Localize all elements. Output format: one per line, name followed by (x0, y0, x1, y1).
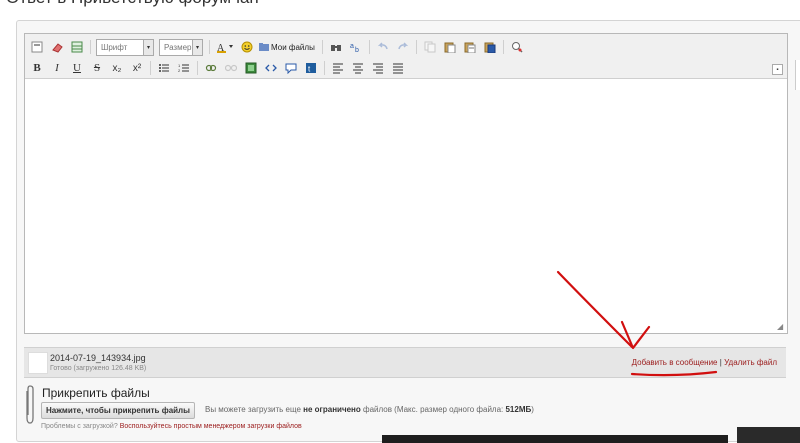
chevron-down-icon: ▾ (192, 39, 202, 55)
svg-text:b: b (355, 47, 359, 53)
redo-icon[interactable] (395, 39, 411, 55)
taskbar-fragment (737, 427, 800, 443)
paperclip-icon (26, 385, 34, 424)
attached-file-row: 2014-07-19_143934.jpg Готово (загружено … (24, 347, 786, 378)
size-select[interactable]: Размер ▾ (159, 38, 203, 56)
my-files-button[interactable]: Мои файлы (259, 42, 315, 52)
page-title: Ответ в Приветствую форумчан (6, 0, 259, 8)
table-icon[interactable] (69, 39, 85, 55)
video-icon[interactable]: t (303, 60, 319, 76)
sidebar-edge (795, 60, 800, 90)
toolbar-separator (209, 40, 210, 54)
paste-word-icon[interactable] (482, 39, 498, 55)
toolbar-separator (368, 40, 370, 54)
upload-info-mid: файлов (Макс. размер одного файла: (360, 405, 506, 414)
font-select[interactable]: Шрифт ▾ (96, 38, 154, 56)
upload-info-unlimited: не ограничено (303, 405, 361, 414)
my-files-label: Мои файлы (271, 42, 315, 52)
link-icon[interactable] (203, 60, 219, 76)
toolbar-separator (197, 61, 198, 75)
align-left-icon[interactable] (330, 60, 346, 76)
align-justify-icon[interactable] (390, 60, 406, 76)
delete-file-link[interactable]: Удалить файл (724, 358, 777, 367)
simple-uploader-link[interactable]: Воспользуйтесь простым менеджером загруз… (120, 423, 302, 430)
file-name: 2014-07-19_143934.jpg (50, 353, 146, 363)
chevron-down-icon: ▾ (143, 39, 153, 55)
undo-icon[interactable] (375, 39, 391, 55)
align-center-icon[interactable] (350, 60, 366, 76)
resize-grip-icon[interactable]: ◢ (777, 323, 785, 331)
editor-content-area[interactable]: ◢ (25, 79, 787, 333)
copy-icon[interactable] (422, 39, 438, 55)
subscript-button[interactable]: x₂ (109, 60, 125, 76)
upload-info-size: 512МБ (505, 405, 532, 414)
eraser-icon[interactable] (49, 39, 65, 55)
numbered-list-icon[interactable]: 12 (176, 60, 192, 76)
upload-info-suffix: ) (531, 405, 534, 414)
font-select-label: Шрифт (101, 42, 128, 52)
toolbar-separator (90, 40, 91, 54)
smiley-icon[interactable] (239, 39, 255, 55)
toolbar-separator (415, 40, 417, 54)
toolbar-separator (502, 40, 504, 54)
taskbar-fragment (382, 435, 728, 443)
strike-button[interactable]: S (89, 60, 105, 76)
size-select-label: Размер (164, 42, 192, 52)
image-icon[interactable] (243, 60, 259, 76)
upload-info-prefix: Вы можете загрузить еще (205, 405, 304, 414)
file-status: Готово (загружено 126.48 KB) (50, 365, 147, 372)
superscript-button[interactable]: x² (129, 60, 145, 76)
toolbar-separator (324, 61, 325, 75)
upload-problems: Проблемы с загрузкой? Воспользуйтесь про… (41, 423, 302, 430)
paste-text-icon[interactable] (462, 39, 478, 55)
toolbar-row-1: Шрифт ▾ Размер ▾ A Мои файлы a b (29, 38, 529, 56)
bold-button[interactable]: B (29, 60, 45, 76)
problems-prefix: Проблемы с загрузкой? (41, 423, 120, 430)
spellcheck-icon[interactable] (509, 39, 525, 55)
upload-limit-info: Вы можете загрузить еще не ограничено фа… (205, 405, 534, 414)
text-color-icon[interactable]: A (215, 39, 235, 55)
italic-button[interactable]: I (49, 60, 65, 76)
editor-toolbar: Шрифт ▾ Размер ▾ A Мои файлы a b B I U S… (25, 34, 787, 79)
bulleted-list-icon[interactable] (156, 60, 172, 76)
actions-separator: | (719, 358, 722, 367)
align-right-icon[interactable] (370, 60, 386, 76)
toolbar-row-2: B I U S x₂ x² 12 t (29, 59, 410, 77)
underline-button[interactable]: U (69, 60, 85, 76)
source-icon[interactable] (29, 39, 45, 55)
unlink-icon[interactable] (223, 60, 239, 76)
find-icon[interactable] (328, 39, 344, 55)
toolbar-collapse-button[interactable]: ▪ (772, 64, 783, 75)
svg-text:a: a (350, 43, 354, 50)
toolbar-separator (150, 61, 151, 75)
svg-text:2: 2 (178, 68, 181, 73)
rich-text-editor: Шрифт ▾ Размер ▾ A Мои файлы a b B I U S… (24, 33, 788, 334)
file-actions: Добавить в сообщение | Удалить файл (632, 358, 777, 367)
attach-files-title: Прикрепить файлы (42, 386, 150, 400)
file-thumbnail (28, 352, 48, 374)
toolbar-separator (321, 40, 323, 54)
quote-icon[interactable] (283, 60, 299, 76)
code-icon[interactable] (263, 60, 279, 76)
paste-icon[interactable] (442, 39, 458, 55)
replace-icon[interactable]: ab (348, 39, 364, 55)
folder-icon (259, 43, 269, 51)
attach-files-button[interactable]: Нажмите, чтобы прикрепить файлы (41, 402, 195, 419)
add-to-message-link[interactable]: Добавить в сообщение (632, 358, 718, 367)
